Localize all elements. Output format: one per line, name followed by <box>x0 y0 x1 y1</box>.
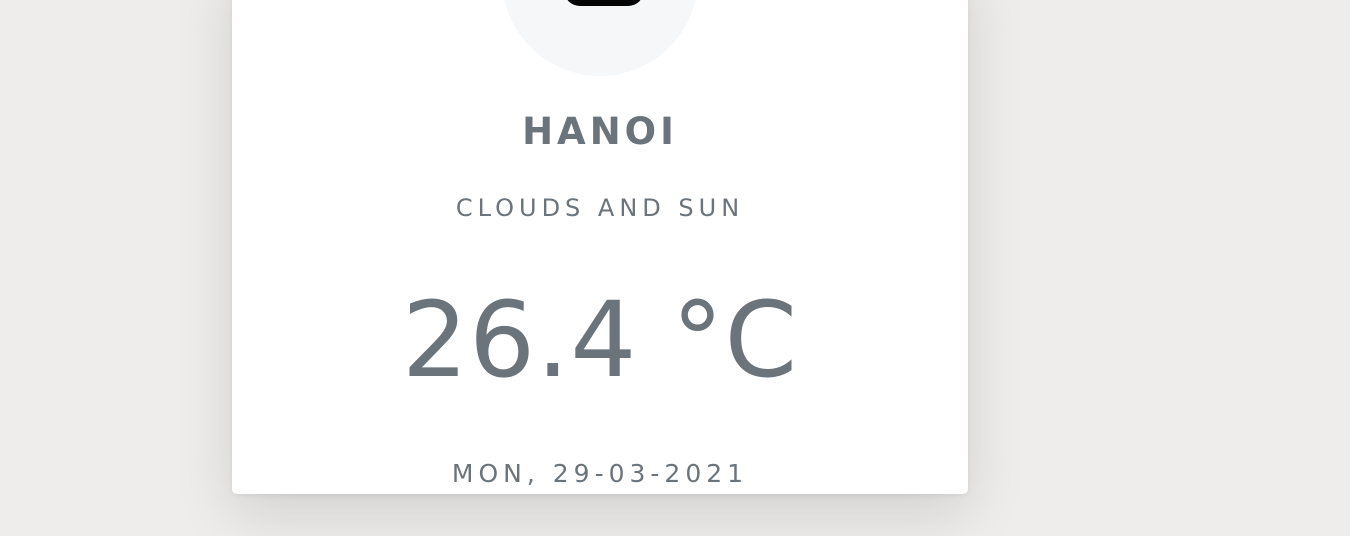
weather-date: MON, 29-03-2021 <box>451 459 749 488</box>
weather-icon-container <box>502 0 698 76</box>
weather-condition: CLOUDS AND SUN <box>455 194 745 222</box>
clouds-and-sun-icon <box>564 0 644 6</box>
weather-card: HANOI CLOUDS AND SUN 26.4 °C MON, 29-03-… <box>232 0 968 494</box>
city-name: HANOI <box>522 110 678 153</box>
page: HANOI CLOUDS AND SUN 26.4 °C MON, 29-03-… <box>0 0 1350 536</box>
temperature-value: 26.4 °C <box>401 279 799 401</box>
